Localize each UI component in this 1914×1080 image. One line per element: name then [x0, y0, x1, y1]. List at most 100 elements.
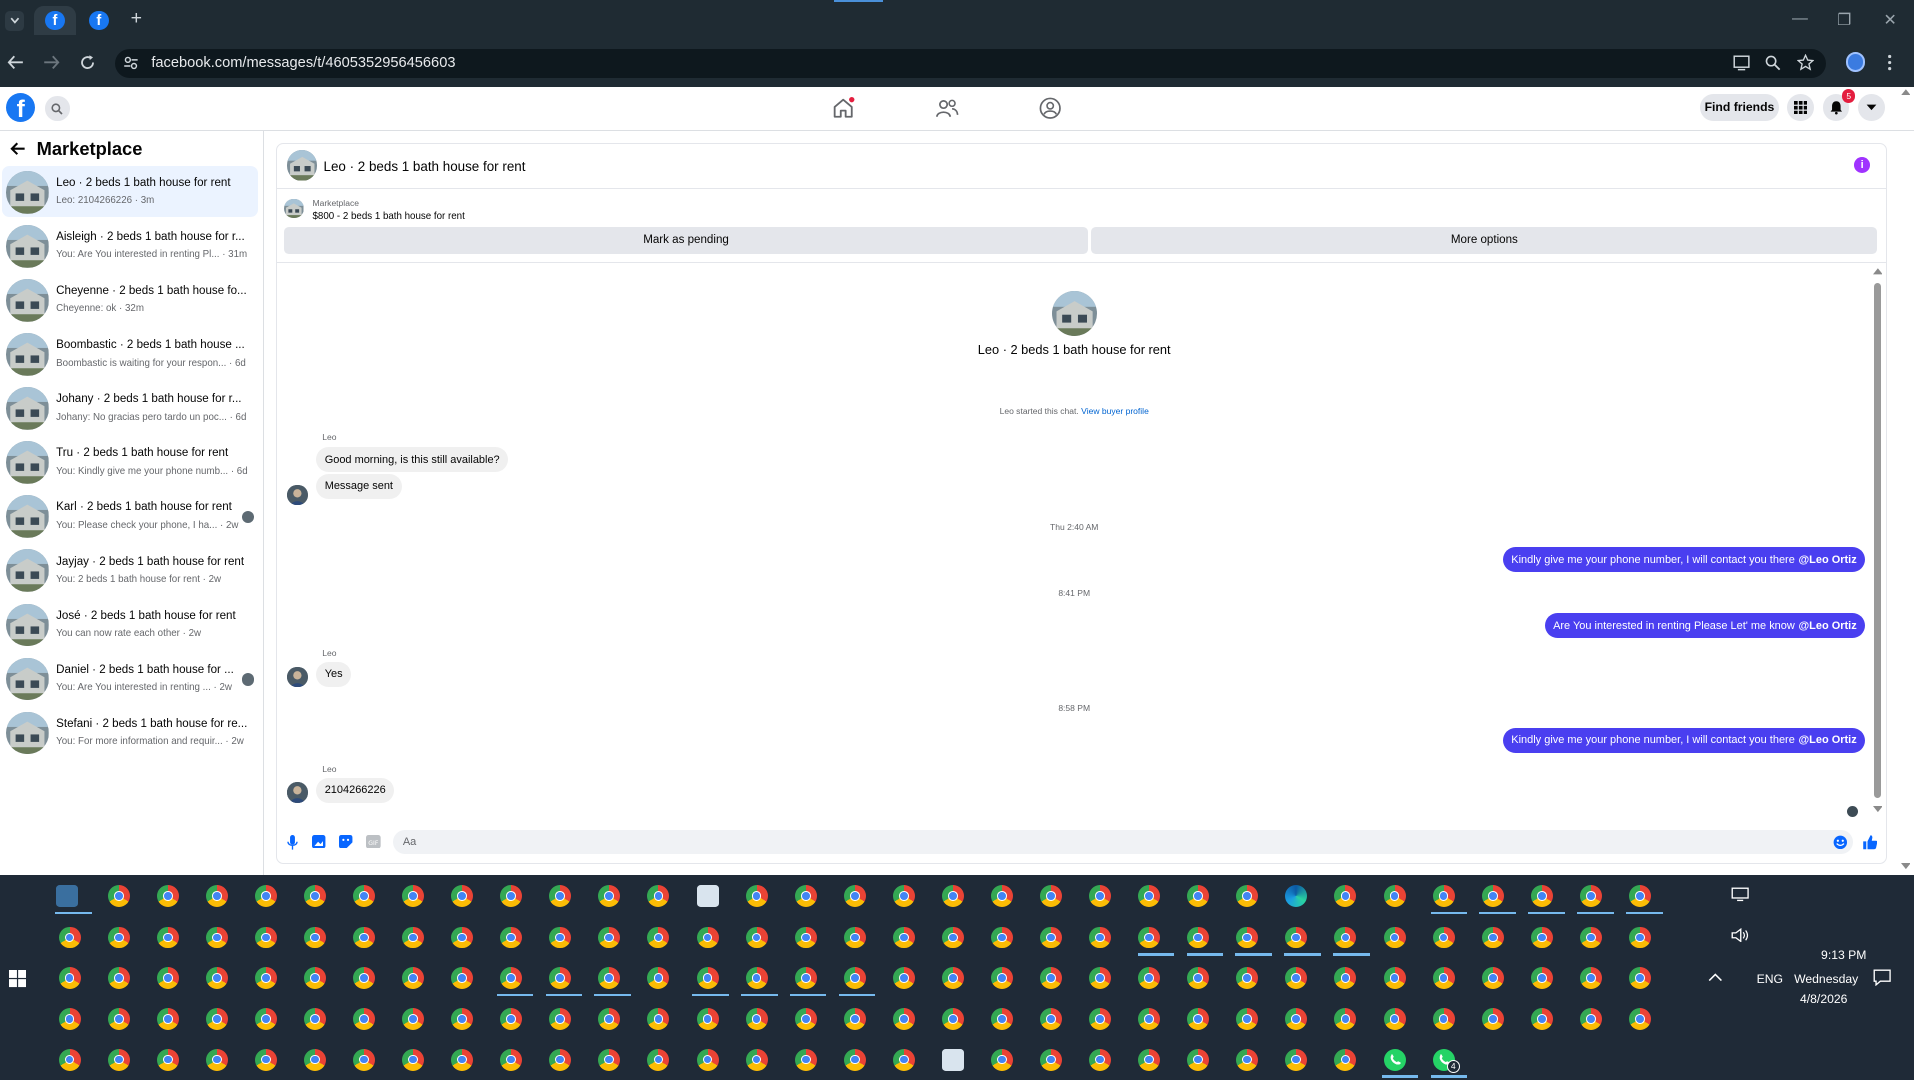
chrome-taskbar-icon[interactable] [1432, 966, 1455, 989]
conversation-item[interactable]: Boombastic · 2 beds 1 bath house ... Boom… [2, 328, 257, 379]
chrome-taskbar-icon[interactable] [1481, 926, 1504, 949]
chrome-taskbar-icon[interactable] [254, 926, 277, 949]
chrome-taskbar-icon[interactable] [598, 1048, 621, 1071]
chrome-taskbar-icon[interactable] [1187, 966, 1210, 989]
chrome-taskbar-icon[interactable] [107, 926, 130, 949]
chrome-taskbar-icon[interactable] [402, 885, 425, 907]
scroll-down-icon[interactable] [1872, 805, 1883, 813]
chrome-taskbar-icon[interactable] [990, 966, 1013, 989]
chrome-taskbar-icon[interactable] [1236, 966, 1259, 989]
restore-button[interactable]: ❐ [1837, 10, 1851, 30]
chrome-taskbar-icon[interactable] [843, 926, 866, 949]
chrome-taskbar-icon[interactable] [794, 926, 817, 949]
chrome-taskbar-icon[interactable] [794, 1008, 817, 1031]
chrome-taskbar-icon[interactable] [1236, 1048, 1259, 1071]
scrollbar-thumb[interactable] [1873, 283, 1882, 799]
chrome-taskbar-icon[interactable] [107, 1008, 130, 1031]
chrome-taskbar-icon[interactable] [402, 1048, 425, 1071]
install-app-icon[interactable] [1733, 55, 1750, 71]
chrome-taskbar-icon[interactable] [1579, 885, 1602, 907]
chat-title[interactable]: Leo · 2 beds 1 bath house for rent [323, 159, 525, 174]
whatsapp-taskbar-icon[interactable] [1383, 1048, 1406, 1071]
listing-price[interactable]: $800 - 2 beds 1 bath house for rent [312, 211, 464, 222]
bookmark-star-icon[interactable] [1796, 53, 1814, 71]
chrome-taskbar-icon[interactable] [303, 966, 326, 989]
sender-avatar[interactable] [286, 484, 308, 506]
conversation-item[interactable]: Karl · 2 beds 1 bath house for rent You: … [2, 490, 257, 541]
chrome-taskbar-icon[interactable] [745, 966, 768, 989]
conversation-item[interactable]: Cheyenne · 2 beds 1 bath house fo... Chey… [2, 274, 257, 325]
conversation-item[interactable]: Johany · 2 beds 1 bath house for r... Joh… [2, 382, 257, 433]
conversation-item[interactable]: Tru · 2 beds 1 bath house for rent You: K… [2, 436, 257, 487]
clock-day[interactable]: Wednesday [1788, 972, 1864, 986]
chrome-taskbar-icon[interactable] [451, 966, 474, 989]
friends-icon[interactable] [935, 96, 959, 120]
mention-link[interactable]: @Leo Ortiz [1798, 734, 1856, 746]
chrome-taskbar-icon[interactable] [941, 1008, 964, 1031]
minimize-button[interactable]: — [1792, 10, 1808, 28]
conversation-item[interactable]: José · 2 beds 1 bath house for rent You c… [2, 599, 257, 650]
chrome-taskbar-icon[interactable] [58, 966, 81, 989]
chrome-taskbar-icon[interactable] [1432, 885, 1455, 907]
chrome-taskbar-icon[interactable] [156, 885, 179, 907]
back-arrow-icon[interactable] [7, 55, 24, 70]
chrome-taskbar-icon[interactable] [156, 926, 179, 949]
chrome-taskbar-icon[interactable] [58, 1048, 81, 1071]
profile-avatar[interactable] [1845, 52, 1866, 72]
incoming-message[interactable]: Yes [316, 661, 352, 688]
chrome-taskbar-icon[interactable] [303, 1048, 326, 1071]
chrome-taskbar-icon[interactable] [843, 1048, 866, 1071]
windows-start-icon[interactable] [8, 970, 26, 988]
chrome-taskbar-icon[interactable] [1138, 1048, 1161, 1071]
chrome-taskbar-icon[interactable] [794, 885, 817, 907]
chrome-taskbar-icon[interactable] [1138, 966, 1161, 989]
chrome-taskbar-icon[interactable] [1383, 1008, 1406, 1031]
chrome-taskbar-icon[interactable] [254, 1008, 277, 1031]
chrome-taskbar-icon[interactable] [794, 1048, 817, 1071]
sender-avatar[interactable] [286, 666, 308, 688]
chrome-taskbar-icon[interactable] [745, 926, 768, 949]
chrome-taskbar-icon[interactable] [990, 1048, 1013, 1071]
scroll-up-icon[interactable] [1872, 267, 1883, 275]
network-icon[interactable] [1731, 887, 1749, 902]
like-thumb-icon[interactable] [1862, 834, 1878, 850]
microphone-icon[interactable] [287, 834, 298, 850]
chrome-taskbar-icon[interactable] [549, 1048, 572, 1071]
chrome-taskbar-icon[interactable] [696, 1048, 719, 1071]
account-button[interactable] [1857, 93, 1885, 121]
chrome-taskbar-icon[interactable] [549, 966, 572, 989]
chrome-taskbar-icon[interactable] [353, 966, 375, 989]
chrome-taskbar-icon[interactable] [205, 885, 228, 907]
pinned-app-taskbar-icon[interactable] [56, 885, 79, 907]
chrome-taskbar-icon[interactable] [696, 926, 719, 949]
show-hidden-icons-icon[interactable] [1708, 972, 1723, 982]
app-taskbar-icon[interactable] [941, 1048, 964, 1071]
chrome-taskbar-icon[interactable] [941, 966, 964, 989]
chrome-taskbar-icon[interactable] [303, 926, 326, 949]
find-friends-button[interactable]: Find friends [1700, 93, 1779, 121]
incoming-message[interactable]: 2104266226 [316, 777, 395, 804]
chrome-taskbar-icon[interactable] [1383, 966, 1406, 989]
chrome-taskbar-icon[interactable] [303, 885, 326, 907]
chrome-taskbar-icon[interactable] [745, 1008, 768, 1031]
browser-tab-2[interactable]: f [78, 6, 120, 35]
page-scroll-down-icon[interactable] [1900, 863, 1911, 870]
url-text[interactable]: facebook.com/messages/t/4605352956456603 [151, 55, 455, 71]
emoji-icon[interactable] [1833, 835, 1848, 850]
chrome-taskbar-icon[interactable] [1089, 885, 1112, 907]
chrome-taskbar-icon[interactable] [451, 885, 474, 907]
chrome-taskbar-icon[interactable] [1089, 1048, 1112, 1071]
chrome-taskbar-icon[interactable] [353, 1048, 375, 1071]
reload-icon[interactable] [79, 54, 96, 71]
page-scroll-up-icon[interactable] [1900, 88, 1911, 96]
chrome-taskbar-icon[interactable] [794, 966, 817, 989]
chrome-taskbar-icon[interactable] [107, 966, 130, 989]
chrome-taskbar-icon[interactable] [1040, 966, 1062, 989]
chrome-taskbar-icon[interactable] [745, 1048, 768, 1071]
chrome-taskbar-icon[interactable] [107, 885, 130, 907]
conversation-item[interactable]: Aisleigh · 2 beds 1 bath house for r... Y… [2, 220, 257, 271]
back-arrow-icon[interactable] [10, 142, 26, 155]
clock-date[interactable]: 4/8/2026 [1788, 992, 1859, 1006]
chrome-taskbar-icon[interactable] [205, 1008, 228, 1031]
chrome-taskbar-icon[interactable] [1285, 1048, 1308, 1071]
